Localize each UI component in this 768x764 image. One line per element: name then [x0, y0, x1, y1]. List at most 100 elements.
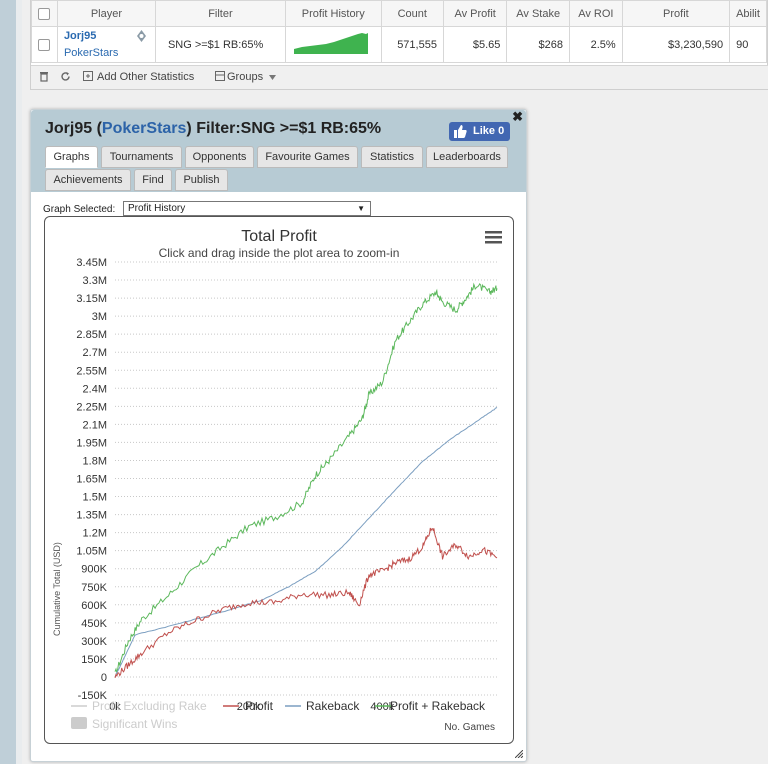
graph-select[interactable]: Profit History ▼: [123, 201, 371, 216]
y-tick-label: 2.85M: [76, 329, 107, 341]
y-tick-label: 0: [101, 672, 107, 684]
left-sidebar-edge: [16, 0, 22, 764]
tab-publish[interactable]: Publish: [175, 169, 228, 191]
close-icon[interactable]: ✖: [512, 109, 523, 125]
resize-grip-icon[interactable]: [515, 750, 523, 758]
chart-subtitle: Click and drag inside the plot area to z…: [159, 246, 400, 260]
tab-graphs[interactable]: Graphs: [45, 146, 98, 168]
av-roi-cell: 2.5%: [568, 26, 623, 63]
y-tick-label: 3.15M: [76, 293, 107, 305]
row-checkbox[interactable]: [38, 38, 51, 51]
window-header: Jorj95 (PokerStars) Filter:SNG >=$1 RB:6…: [31, 109, 526, 192]
tab-tournaments[interactable]: Tournaments: [101, 146, 182, 168]
y-tick-label: 1.35M: [76, 510, 107, 522]
y-tick-label: 1.65M: [76, 474, 107, 486]
legend-item-profit-plus-rakeback[interactable]: Profit + Rakeback: [390, 699, 486, 713]
y-tick-label: 1.95M: [76, 437, 107, 449]
chart-container[interactable]: -150K 0 150K 300K 450K 600K 750K 900K 1.05M 1.2M 1…: [44, 216, 514, 744]
x-axis-label: No. Games: [444, 722, 495, 733]
header-ability[interactable]: Abilit: [729, 0, 767, 27]
chevron-down-icon[interactable]: [269, 72, 276, 84]
profit-cell: $3,230,590: [621, 26, 731, 63]
left-sidebar-strip: [0, 0, 16, 764]
header-av-profit[interactable]: Av Profit: [442, 0, 508, 27]
header-av-stake[interactable]: Av Stake: [506, 0, 570, 27]
tab-opponents[interactable]: Opponents: [185, 146, 254, 168]
thumbs-up-icon: [454, 125, 467, 138]
y-tick-label: 3.45M: [76, 257, 107, 269]
chevron-down-icon: ▼: [357, 204, 365, 213]
profit-history-sparkline[interactable]: [284, 26, 382, 63]
header-profit[interactable]: Profit: [621, 0, 731, 27]
y-tick-label: 3M: [92, 311, 107, 323]
chart-menu-icon[interactable]: [485, 231, 502, 244]
ability-cell: 90: [729, 26, 767, 63]
y-tick-label: 2.1M: [83, 419, 107, 431]
player-window: Jorj95 (PokerStars) Filter:SNG >=$1 RB:6…: [30, 109, 527, 762]
chart-legend: Profit Excluding Rake Profit Rakeback Pr…: [71, 699, 486, 731]
y-tick-label: 750K: [81, 582, 107, 594]
add-other-statistics-button[interactable]: Add Other Statistics: [97, 71, 194, 83]
legend-item-profit-excluding-rake[interactable]: Profit Excluding Rake: [92, 699, 207, 713]
tab-statistics[interactable]: Statistics: [361, 146, 423, 168]
y-axis-label: Cumulative Total (USD): [52, 542, 62, 636]
groups-dropdown[interactable]: Groups: [227, 71, 263, 83]
filter-cell: SNG >=$1 RB:65%: [154, 26, 286, 63]
facebook-like-button[interactable]: Like 0: [449, 122, 510, 141]
graph-selected-label: Graph Selected:: [43, 204, 116, 215]
header-player[interactable]: Player: [56, 0, 156, 27]
trash-icon[interactable]: [39, 71, 49, 85]
select-all-cell[interactable]: [31, 0, 58, 27]
title-player-name: Jorj95: [45, 120, 93, 137]
y-tick-label: 2.4M: [83, 383, 107, 395]
sparkline-icon: [293, 33, 368, 54]
av-stake-cell: $268: [506, 26, 570, 63]
select-all-checkbox[interactable]: [38, 7, 51, 20]
y-tick-label: 150K: [81, 654, 107, 666]
y-tick-label: 1.8M: [83, 455, 107, 467]
tab-leaderboards[interactable]: Leaderboards: [426, 146, 508, 168]
groups-icon[interactable]: [215, 71, 225, 84]
add-stats-icon[interactable]: [83, 71, 93, 84]
row-select-cell[interactable]: [31, 26, 58, 63]
window-title: Jorj95 (PokerStars) Filter:SNG >=$1 RB:6…: [45, 120, 382, 137]
header-av-roi[interactable]: Av ROI: [568, 0, 623, 27]
y-tick-label: 600K: [81, 600, 107, 612]
legend-item-profit[interactable]: Profit: [245, 699, 274, 713]
series-line-rakeback[interactable]: [114, 407, 498, 678]
title-site-link[interactable]: PokerStars: [102, 120, 187, 137]
y-tick-label: 2.55M: [76, 365, 107, 377]
y-tick-label: 1.05M: [76, 546, 107, 558]
tab-favourite-games[interactable]: Favourite Games: [257, 146, 358, 168]
stats-header-row: Player Filter Profit History Count Av Pr…: [31, 0, 767, 27]
header-count[interactable]: Count: [380, 0, 444, 27]
count-cell: 571,555: [380, 26, 444, 63]
chart-title: Total Profit: [241, 228, 317, 245]
profit-chart[interactable]: -150K0150K300K450K600K750K900K1.05M1.2M1…: [45, 217, 513, 743]
tab-achievements[interactable]: Achievements: [45, 169, 131, 191]
y-tick-label: 900K: [81, 564, 107, 576]
y-tick-label: 1.5M: [83, 492, 107, 504]
stats-panel: Player Filter Profit History Count Av Pr…: [30, 0, 768, 90]
table-row: Jorj95 PokerStars SNG >=$1 RB:65% 571,55…: [31, 26, 767, 63]
y-tick-label: 2.25M: [76, 401, 107, 413]
tab-find[interactable]: Find: [134, 169, 172, 191]
header-filter[interactable]: Filter: [154, 0, 286, 27]
pokerstars-logo-icon: [136, 30, 146, 42]
player-site-link[interactable]: PokerStars: [64, 47, 149, 59]
title-filter: Filter:SNG >=$1 RB:65%: [196, 120, 382, 137]
y-tick-label: 450K: [81, 618, 107, 630]
y-tick-label: 3.3M: [83, 275, 107, 287]
header-profit-history[interactable]: Profit History: [284, 0, 382, 27]
stats-table: Player Filter Profit History Count Av Pr…: [31, 0, 767, 63]
legend-item-rakeback[interactable]: Rakeback: [306, 699, 360, 713]
player-cell: Jorj95 PokerStars: [56, 26, 156, 63]
graph-select-value: Profit History: [128, 203, 186, 214]
table-toolbar: Add Other Statistics Groups: [31, 65, 768, 89]
refresh-icon[interactable]: [60, 71, 71, 85]
legend-item-significant-wins[interactable]: Significant Wins: [92, 717, 177, 731]
y-tick-label: 300K: [81, 636, 107, 648]
av-profit-cell: $5.65: [442, 26, 508, 63]
like-label: Like 0: [473, 125, 505, 137]
y-tick-label: 2.7M: [83, 347, 107, 359]
